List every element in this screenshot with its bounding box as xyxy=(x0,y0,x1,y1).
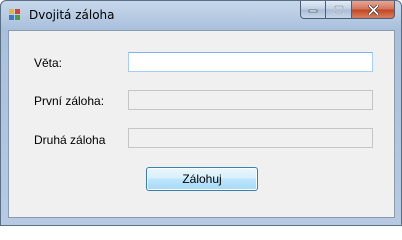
maximize-icon xyxy=(333,5,344,14)
sentence-input[interactable] xyxy=(128,52,373,72)
maximize-button[interactable] xyxy=(326,1,352,19)
title-bar[interactable]: Dvojitá záloha xyxy=(1,1,401,29)
window-title: Dvojitá záloha xyxy=(29,8,115,22)
form-client-area: Věta: První záloha: Druhá záloha Zálohuj xyxy=(8,30,395,218)
second-backup-field xyxy=(128,128,373,148)
caption-buttons xyxy=(300,1,395,20)
first-backup-field xyxy=(128,90,373,110)
app-window: Dvojitá záloha Věta: První záloha: Druhá… xyxy=(0,0,402,226)
first-backup-label: První záloha: xyxy=(34,94,105,108)
close-button[interactable] xyxy=(352,1,395,19)
close-icon xyxy=(367,4,379,15)
minimize-icon xyxy=(308,9,318,12)
sentence-label: Věta: xyxy=(34,56,63,70)
second-backup-label: Druhá záloha xyxy=(34,133,106,147)
backup-button[interactable]: Zálohuj xyxy=(146,167,258,191)
minimize-button[interactable] xyxy=(300,1,326,19)
form-icon[interactable] xyxy=(9,9,21,21)
